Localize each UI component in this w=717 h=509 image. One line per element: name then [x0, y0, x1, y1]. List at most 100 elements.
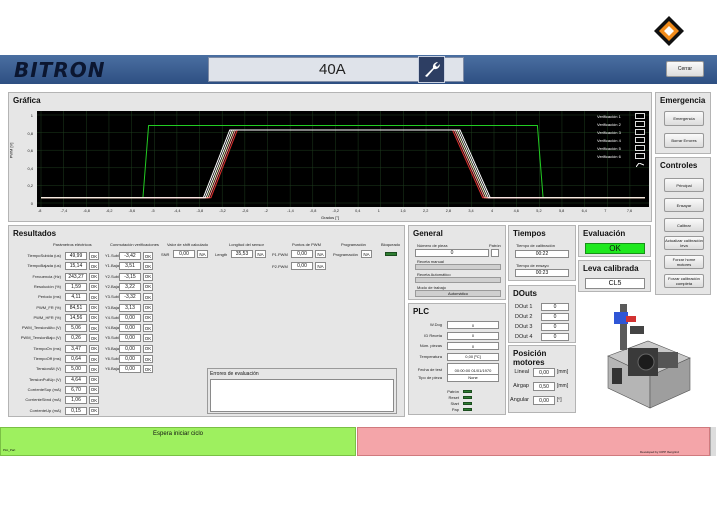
legend-label: Verificación 2 — [597, 122, 621, 127]
force-full-calibration-button[interactable]: Forzar calibración completa — [664, 274, 704, 288]
pwm-plot[interactable] — [37, 111, 649, 207]
plc-led — [463, 396, 472, 399]
legend-swatch — [635, 153, 645, 168]
param-status: OK — [89, 313, 99, 322]
dout-label: DOut 4 — [515, 334, 533, 340]
part-number-field[interactable]: 0 — [415, 249, 489, 257]
calibration-time-value: 00:22 — [515, 250, 569, 258]
param-label: TiempoBajada (us) — [27, 263, 61, 269]
legend-label: Verificación 6 — [597, 154, 621, 159]
work-mode-field: Automático — [415, 290, 501, 297]
x-tick-label: 2,8 — [445, 209, 451, 213]
legend-swatch — [635, 137, 645, 152]
motor-unit: [mm] — [557, 369, 569, 375]
close-button[interactable]: Cerrar — [666, 61, 704, 77]
calibration-time-label: Tiempo de calibración — [516, 243, 555, 248]
main-button[interactable]: Principal — [664, 178, 704, 192]
param-label: CorrienteUp (mA) — [29, 407, 61, 413]
clear-errors-button[interactable]: Borrar Errores — [664, 133, 704, 148]
errors-textarea[interactable] — [210, 379, 394, 412]
header-switching: Conmutación verificaciones — [110, 242, 159, 247]
settings-wrench-icon[interactable] — [418, 56, 445, 83]
length-value: 35,53 — [231, 250, 253, 258]
dout-label: DOut 2 — [515, 314, 533, 320]
x-tick-label: 1,6 — [400, 209, 406, 213]
motor-value: 0,00 — [533, 396, 555, 405]
plc-row-label: Fecha de test — [417, 367, 442, 372]
plc-led — [463, 402, 472, 405]
controls-panel: Controles Principal Ensayar Calibrar Act… — [655, 157, 711, 295]
param-label: TiempoSubida (us) — [27, 253, 61, 258]
x-tick-label: 5,2 — [536, 209, 542, 213]
cam-value: CL5 — [585, 278, 645, 289]
verif-value: -3,42 — [119, 252, 141, 260]
graph-title: Gráfica — [13, 96, 41, 105]
length-label: Length — [215, 252, 228, 257]
bitron-logo: BITRON — [14, 58, 106, 82]
y-tick-label: 1 — [30, 113, 33, 118]
param-label: PWM_TensionBajo (V) — [20, 335, 61, 341]
x-tick-label: -2 — [264, 209, 268, 213]
verif-status: OK — [143, 262, 153, 271]
motor-value: 0,00 — [533, 368, 555, 377]
x-tick-label: 4,6 — [513, 209, 519, 213]
top-logo — [652, 14, 686, 48]
y-tick-label: 0,2 — [27, 183, 33, 189]
verif-value: 0,00 — [119, 313, 141, 322]
param-status: OK — [89, 282, 99, 291]
test-button[interactable]: Ensayar — [664, 198, 704, 212]
param-value: 0,64 — [65, 355, 87, 363]
status-bar-left: Espera iniciar ciclo Plot_Part — [0, 427, 356, 456]
calibrate-button[interactable]: Calibrar — [664, 218, 704, 232]
x-tick-label: 1 — [377, 209, 380, 213]
errors-title: Errores de evaluación — [210, 371, 259, 377]
programming-label: Programación — [333, 252, 358, 257]
param-status: OK — [89, 252, 99, 260]
param-label: PWM_FR (%) — [36, 304, 61, 310]
pattern-checkbox[interactable] — [491, 249, 499, 257]
verif-status: OK — [143, 324, 153, 333]
plc-row-value: 0 — [447, 342, 499, 350]
motor-position-panel: Posición motores Lineal 0,00 [mm] Airgap 0,5… — [508, 345, 576, 413]
p1-pwm-status: NA — [315, 250, 326, 258]
param-status: OK — [89, 365, 99, 374]
snr-value: 0,00 — [173, 250, 195, 258]
evaluation-result: OK — [585, 243, 645, 254]
legend-label: Verificación 3 — [597, 130, 621, 135]
x-tick-label: 4 — [491, 209, 494, 213]
status-scrollbar[interactable] — [710, 427, 716, 456]
param-status: OK — [89, 344, 99, 353]
verif-value: 3,22 — [119, 282, 141, 291]
param-status: OK — [89, 406, 99, 415]
verif-status: OK — [143, 272, 153, 281]
plc-row-label: Núm. piezas — [419, 343, 442, 348]
x-tick-label: -5 — [151, 209, 155, 213]
plc-led-label: Start — [450, 401, 459, 406]
verif-status: OK — [143, 365, 153, 374]
evaluation-title: Evaluación — [583, 229, 626, 238]
legend-swatch — [635, 129, 645, 144]
plc-row-label: Temperatura — [419, 353, 442, 359]
times-panel: Tiempos Tiempo de calibración 00:22 Tiem… — [508, 225, 576, 281]
x-tick-label: -0,2 — [332, 209, 339, 213]
plc-row-value: None — [447, 373, 499, 382]
x-tick-label: -1,4 — [287, 209, 294, 213]
legend-label: Verificación 5 — [597, 146, 621, 151]
header-electrical: Parámetros eléctricos — [53, 242, 92, 247]
param-status: OK — [89, 293, 99, 302]
update-cam-calibration-button[interactable]: Actualizar calibración leva — [664, 236, 704, 250]
verif-status: OK — [143, 282, 153, 291]
x-tick-label: 2,2 — [423, 209, 429, 213]
force-home-button[interactable]: Forzar home motores — [664, 255, 704, 269]
x-tick-label: 7 — [604, 209, 607, 213]
motor-position-title: Posición motores — [513, 349, 547, 367]
general-panel: General Número de pieza 0 Patrón Receta … — [408, 225, 506, 300]
dout-label: DOut 3 — [515, 324, 533, 330]
x-axis-label: Grados [°] — [321, 215, 340, 220]
param-label: Resolución (%) — [33, 283, 61, 289]
x-tick-label: -5,6 — [128, 209, 136, 213]
header-sensor-length: Longitud del sensor — [229, 242, 264, 247]
emergency-button[interactable]: Emergencia — [664, 111, 704, 126]
param-value: 49,99 — [65, 252, 87, 260]
header-shift: Valor de shift calculado — [167, 242, 209, 247]
